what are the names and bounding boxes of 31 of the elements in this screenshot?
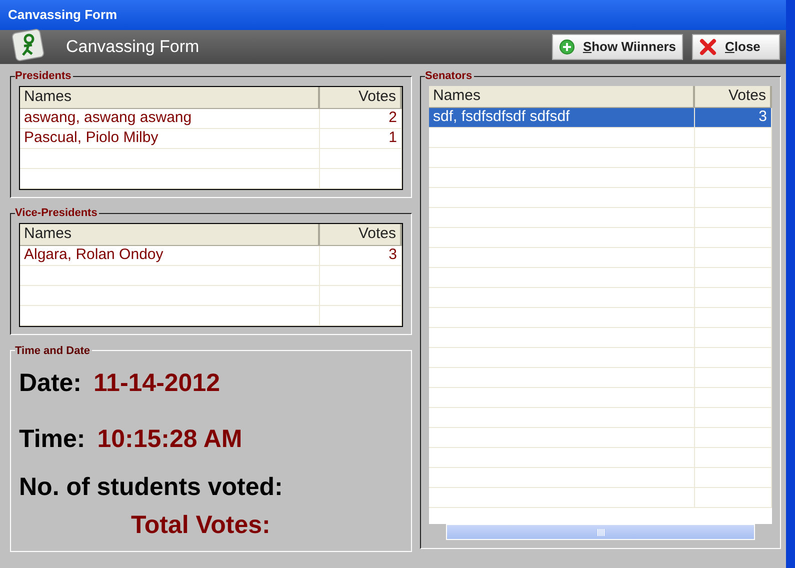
- field-label: No. of students voted:: [19, 472, 283, 503]
- field-value: 10:15:28 AM: [97, 424, 242, 455]
- horizontal-scrollbar[interactable]: [446, 524, 755, 540]
- table-cell: sdf, fsdfsdfsdf sdfsdf: [429, 108, 696, 127]
- table-cell: aswang, aswang aswang: [20, 109, 320, 128]
- plus-circle-icon: [558, 39, 575, 55]
- close-icon: [699, 38, 717, 56]
- column-header[interactable]: Votes: [320, 224, 402, 245]
- table-row[interactable]: sdf, fsdfsdfsdf sdfsdf 3: [429, 108, 772, 128]
- total-votes-label: Total Votes:: [130, 510, 272, 541]
- form-title: Canvassing Form: [66, 36, 200, 58]
- field-label: Date:: [19, 368, 82, 399]
- table-cell: 2: [320, 109, 402, 128]
- field-value: 11-14-2012: [94, 368, 220, 399]
- field-label: Time:: [19, 424, 86, 455]
- app-logo-icon: [12, 28, 46, 62]
- table-cell: 3: [695, 108, 772, 127]
- column-header[interactable]: Names: [20, 87, 320, 108]
- table-cell: Pascual, Piolo Milby: [20, 129, 320, 148]
- table-cell: 3: [320, 246, 402, 265]
- window-title: Canvassing Form: [8, 6, 118, 24]
- column-header[interactable]: Names: [20, 224, 320, 245]
- column-header[interactable]: Votes: [320, 87, 402, 108]
- grip-icon: [596, 528, 604, 536]
- table-cell: Algara, Rolan Ondoy: [20, 246, 320, 265]
- close-button[interactable]: Close: [692, 34, 780, 60]
- table-row[interactable]: aswang, aswang aswang 2: [20, 109, 402, 129]
- show-winners-button[interactable]: Show Wiinners: [552, 34, 683, 60]
- table-row[interactable]: Pascual, Piolo Milby 1: [20, 129, 402, 149]
- table-row[interactable]: Algara, Rolan Ondoy 3: [20, 246, 402, 266]
- table-cell: 1: [320, 129, 402, 148]
